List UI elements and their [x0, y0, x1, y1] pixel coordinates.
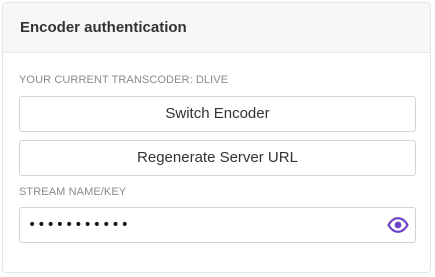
encoder-auth-panel: Encoder authentication YOUR CURRENT TRAN…: [2, 2, 431, 273]
stream-key-field: [19, 207, 416, 243]
panel-body: YOUR CURRENT TRANSCODER: DLIVE Switch En…: [3, 73, 430, 243]
panel-title: Encoder authentication: [20, 19, 187, 36]
current-transcoder-label: YOUR CURRENT TRANSCODER: DLIVE: [19, 74, 229, 86]
regenerate-server-url-button[interactable]: Regenerate Server URL: [19, 140, 416, 176]
stream-key-input[interactable]: [20, 208, 380, 242]
stream-key-label: STREAM NAME/KEY: [19, 186, 127, 198]
switch-encoder-button[interactable]: Switch Encoder: [19, 96, 416, 132]
eye-icon[interactable]: [387, 215, 409, 235]
panel-header: Encoder authentication: [3, 3, 430, 53]
